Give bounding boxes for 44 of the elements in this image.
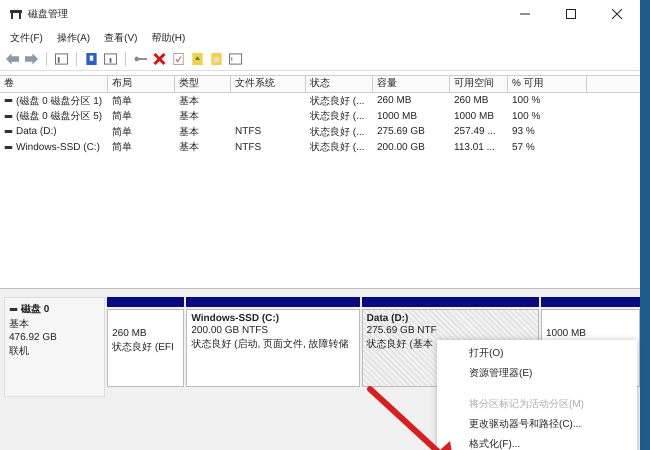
partition-name: Windows-SSD (C:) bbox=[191, 313, 280, 324]
table-cell: 状态良好 (... bbox=[310, 126, 364, 138]
partition-status: 状态良好 (启动, 页面文件, 故障转储 bbox=[191, 338, 349, 351]
table-cell: NTFS bbox=[235, 126, 262, 138]
disk-type: 基本 bbox=[9, 318, 30, 331]
table-cell: 简单 bbox=[112, 142, 132, 154]
table-cell-text: (磁盘 0 磁盘分区 5) bbox=[16, 110, 102, 124]
table-cell: 260 MB bbox=[377, 95, 412, 106]
table-cell: 基本 bbox=[179, 111, 199, 122]
table-cell: NTFS bbox=[235, 142, 262, 153]
table-cell: 基本 bbox=[179, 96, 199, 107]
table-cell: 基本 bbox=[179, 142, 199, 154]
table-cell: 1000 MB bbox=[377, 110, 418, 122]
table-cell: 简单 bbox=[112, 111, 132, 122]
table-cell: 275.69 GB bbox=[377, 126, 425, 138]
table-cell: 200.00 GB bbox=[377, 142, 425, 153]
table-cell: 1000 MB bbox=[454, 110, 494, 122]
disk-name: 磁盘 0 bbox=[21, 302, 50, 316]
table-cell: 93 % bbox=[512, 126, 535, 138]
disk-size: 476.92 GB bbox=[9, 332, 58, 343]
table-cell: 状态良好 (... bbox=[310, 96, 364, 107]
partition-name: Data (D:) bbox=[366, 313, 408, 324]
table-cell: 100 % bbox=[512, 110, 540, 122]
table-cell: 状态良好 (... bbox=[310, 111, 364, 122]
partition-status: 状态良好 (EFI bbox=[112, 340, 174, 354]
table-cell-text: (磁盘 0 磁盘分区 1) bbox=[16, 94, 102, 108]
table-cell: 状态良好 (... bbox=[310, 142, 364, 154]
table-cell: 基本 bbox=[179, 126, 199, 138]
table-cell: 100 % bbox=[512, 95, 540, 106]
table-cell: Data (D:) bbox=[16, 126, 57, 138]
window-title: 磁盘管理 bbox=[28, 8, 68, 21]
partition-status: 状态良好 (基本 bbox=[366, 338, 433, 351]
partition-size: 200.00 GB NTFS bbox=[191, 325, 268, 336]
table-cell: 简单 bbox=[112, 96, 132, 107]
table-cell: 57 % bbox=[512, 142, 535, 153]
table-cell: 简单 bbox=[112, 126, 132, 138]
table-cell: 260 MB bbox=[454, 95, 488, 106]
table-cell: 257.49 ... bbox=[454, 126, 496, 138]
table-cell: Windows-SSD (C:) bbox=[16, 142, 100, 153]
disk-status: 联机 bbox=[9, 344, 30, 358]
partition-size: 1000 MB bbox=[546, 328, 586, 339]
partition-size: 275.69 GB NTF bbox=[366, 325, 437, 336]
partition-size: 260 MB bbox=[112, 328, 147, 339]
table-cell: 113.01 ... bbox=[454, 142, 495, 153]
